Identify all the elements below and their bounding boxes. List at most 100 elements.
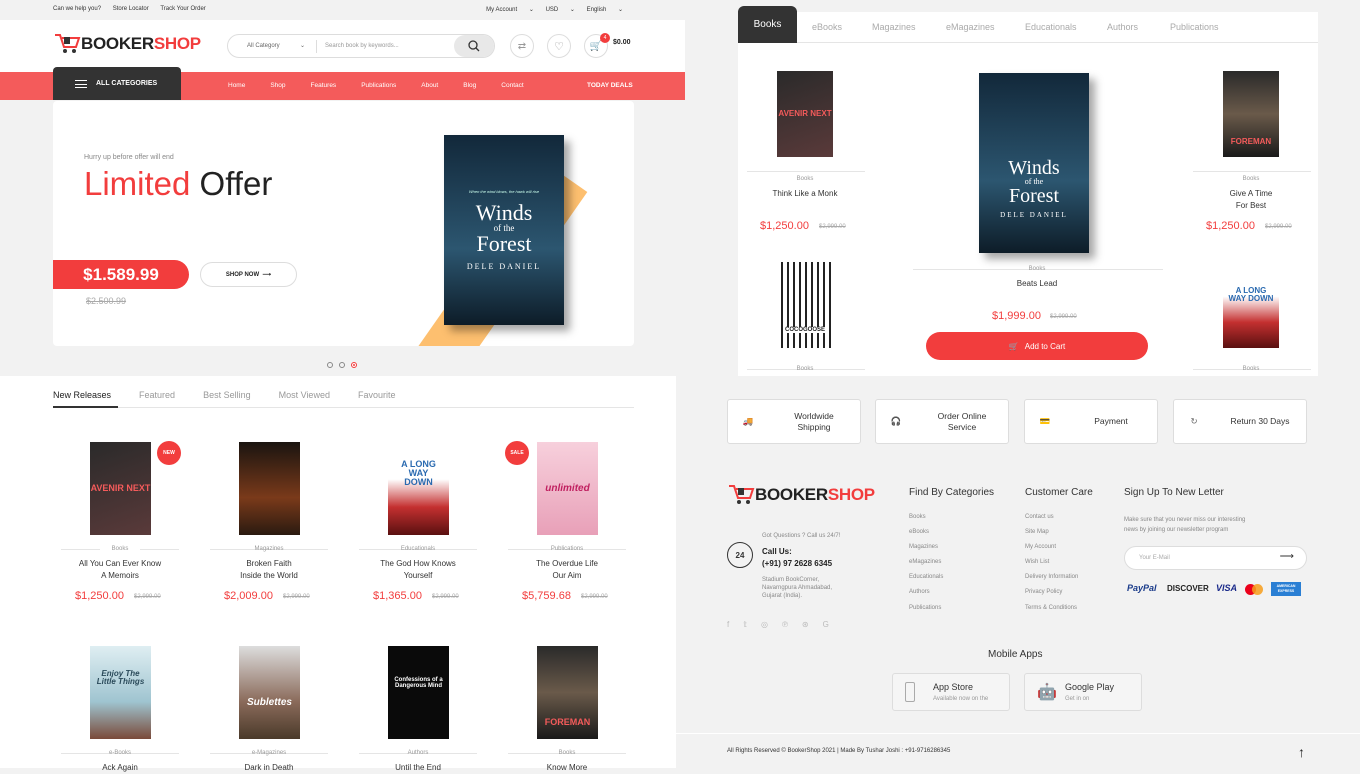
tab-most-viewed[interactable]: Most Viewed xyxy=(279,390,330,400)
google-play-button[interactable]: 🤖 Google Play Get in on xyxy=(1024,673,1142,711)
hero-subtitle: Hurry up before offer will end xyxy=(84,154,174,161)
nav-features[interactable]: Features xyxy=(311,82,337,89)
product-old-price: $2,999.00 xyxy=(1265,224,1292,230)
tab-new-releases[interactable]: New Releases xyxy=(53,390,111,400)
scroll-to-top-icon[interactable]: ↑ xyxy=(1298,744,1305,760)
search-input[interactable]: Search book by keywords... xyxy=(325,43,399,49)
help-link[interactable]: Can we help you? xyxy=(53,6,101,12)
compare-icon: ⇄ xyxy=(517,40,527,52)
nav-home[interactable]: Home xyxy=(228,82,245,89)
product-cover: A LONG WAY DOWN xyxy=(1223,262,1279,348)
my-account-dropdown[interactable]: My Account ⌄ xyxy=(486,7,534,13)
shop-now-button[interactable]: SHOP NOW ⟶ xyxy=(200,262,297,287)
search-category-select[interactable]: All Category xyxy=(247,43,280,49)
tab-authors[interactable]: Authors xyxy=(1107,22,1138,32)
footer-link-educationals[interactable]: Educationals xyxy=(909,574,943,580)
tab-featured[interactable]: Featured xyxy=(139,390,175,400)
nav-contact[interactable]: Contact xyxy=(501,82,523,89)
social-links: f 𝕥 ◎ ℗ ⊛ G xyxy=(727,620,843,629)
tab-emagazines[interactable]: eMagazines xyxy=(946,22,995,32)
tab-educationals[interactable]: Educationals xyxy=(1025,22,1077,32)
hero-price: $1.589.99 xyxy=(53,260,189,289)
newsletter-email-input[interactable]: Your E-Mail ⟶ xyxy=(1124,546,1307,570)
brand-logo[interactable]: BOOKER SHOP xyxy=(53,33,201,55)
app-store-label: App Store xyxy=(933,682,974,692)
search-button[interactable] xyxy=(454,35,494,57)
product-cover: Enjoy The Little Things xyxy=(90,646,151,739)
footer-logo[interactable]: BOOKER SHOP xyxy=(727,484,875,506)
slider-dot-1[interactable] xyxy=(327,362,333,368)
instagram-icon[interactable]: ◎ xyxy=(761,620,768,629)
store-locator-link[interactable]: Store Locator xyxy=(113,6,149,12)
tab-best-selling[interactable]: Best Selling xyxy=(203,390,251,400)
today-deals-link[interactable]: TODAY DEALS xyxy=(587,82,633,89)
footer-link-authors[interactable]: Authors xyxy=(909,589,930,595)
arrow-right-icon[interactable]: ⟶ xyxy=(1280,551,1294,562)
footer-link-account[interactable]: My Account xyxy=(1025,544,1056,550)
card-divider xyxy=(1193,171,1311,172)
cart-logo-icon xyxy=(729,485,755,504)
main-nav: Home Shop Features Publications About Bl… xyxy=(228,82,549,89)
footer-link-privacy[interactable]: Privacy Policy xyxy=(1025,589,1062,595)
footer-link-terms[interactable]: Terms & Conditions xyxy=(1025,605,1077,611)
app-store-button[interactable]: App Store Available now on the xyxy=(892,673,1010,711)
add-to-cart-button[interactable]: 🛒 Add to Cart xyxy=(926,332,1148,360)
nav-shop[interactable]: Shop xyxy=(270,82,285,89)
wishlist-button[interactable]: ♡ xyxy=(547,34,571,58)
tab-magazines[interactable]: Magazines xyxy=(872,22,916,32)
nav-about[interactable]: About xyxy=(421,82,438,89)
tab-books[interactable]: Books xyxy=(738,6,797,43)
footer-link-sitemap[interactable]: Site Map xyxy=(1025,529,1049,535)
nav-publications[interactable]: Publications xyxy=(361,82,396,89)
truck-icon: 🚚 xyxy=(742,416,754,426)
footer-link-magazines[interactable]: Magazines xyxy=(909,544,938,550)
footer-link-delivery[interactable]: Delivery Information xyxy=(1025,574,1078,580)
tab-publications[interactable]: Publications xyxy=(1170,22,1219,32)
twitter-icon[interactable]: 𝕥 xyxy=(743,620,747,629)
product-category: e-Books xyxy=(108,750,131,756)
compare-button[interactable]: ⇄ xyxy=(510,34,534,58)
discover-logo: DISCOVER xyxy=(1167,584,1209,593)
footer-link-contact[interactable]: Contact us xyxy=(1025,514,1054,520)
google-icon[interactable]: G xyxy=(823,620,829,629)
product-tabs: New Releases Featured Best Selling Most … xyxy=(53,390,423,400)
email-placeholder: Your E-Mail xyxy=(1139,555,1170,561)
product-cover: Confessions of a Dangerous Mind xyxy=(388,646,449,739)
track-order-link[interactable]: Track Your Order xyxy=(160,6,205,12)
tab-ebooks[interactable]: eBooks xyxy=(812,22,842,32)
call-us-label: Call Us: xyxy=(762,547,792,556)
product-old-price: $2,999.00 xyxy=(1050,314,1077,320)
facebook-icon[interactable]: f xyxy=(727,620,729,629)
product-title: Dark in Death xyxy=(244,763,294,772)
product-title: All You Can Ever Know xyxy=(78,559,162,568)
payment-card-icon: 💳 xyxy=(1039,416,1051,426)
product-cover: FOREMAN xyxy=(1223,71,1279,157)
product-price: $5,759.68 xyxy=(522,590,571,602)
all-categories-button[interactable]: ALL CATEGORIES xyxy=(53,67,181,100)
product-category: Authors xyxy=(407,750,429,756)
card-divider xyxy=(747,171,865,172)
product-old-price: $2,999.00 xyxy=(432,594,459,600)
product-title: Give A Time xyxy=(1229,189,1273,198)
language-dropdown[interactable]: English ⌄ xyxy=(587,7,623,13)
currency-dropdown[interactable]: USD ⌄ xyxy=(546,7,575,13)
footer-link-wishlist[interactable]: Wish List xyxy=(1025,559,1049,565)
tab-favourite[interactable]: Favourite xyxy=(358,390,396,400)
cart-logo-icon xyxy=(55,34,81,53)
product-title: Broken Faith xyxy=(246,559,292,568)
dribbble-icon[interactable]: ⊛ xyxy=(802,620,809,629)
footer-link-publications[interactable]: Publications xyxy=(909,605,941,611)
slider-dot-2[interactable] xyxy=(339,362,345,368)
pinterest-icon[interactable]: ℗ xyxy=(782,620,788,629)
footer-link-books[interactable]: Books xyxy=(909,514,926,520)
product-subtitle: A Memoirs xyxy=(101,571,139,580)
footer-link-ebooks[interactable]: eBooks xyxy=(909,529,929,535)
slider-dot-3-active[interactable] xyxy=(351,362,357,368)
headset-icon: 🎧 xyxy=(890,416,902,426)
nav-blog[interactable]: Blog xyxy=(463,82,476,89)
product-title: Know More xyxy=(546,763,588,772)
feature-payment: 💳 Payment xyxy=(1024,399,1158,444)
footer-link-emagazines[interactable]: eMagazines xyxy=(909,559,941,565)
product-category: Books xyxy=(1242,366,1260,372)
phone-number[interactable]: (+91) 97 2628 6345 xyxy=(762,559,832,568)
